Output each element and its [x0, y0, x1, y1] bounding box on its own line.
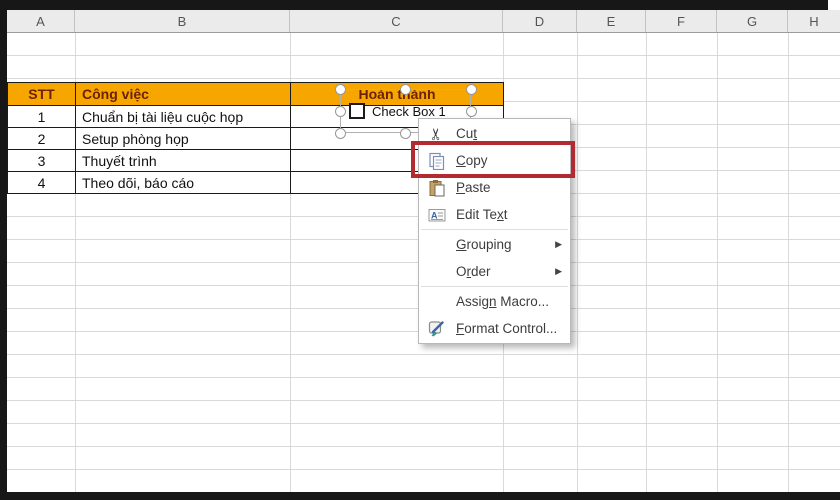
copy-highlight-annotation: [411, 141, 575, 178]
edit-text-icon: A: [424, 206, 450, 224]
cell-task[interactable]: Thuyết trình: [76, 150, 291, 172]
cell-stt[interactable]: 3: [8, 150, 76, 172]
selection-handle[interactable]: [335, 106, 346, 117]
frame-top: [0, 0, 828, 10]
paste-icon: [424, 179, 450, 197]
menu-item-edit-text[interactable]: A Edit Text: [419, 201, 570, 228]
cell-stt[interactable]: 4: [8, 172, 76, 194]
cell-task[interactable]: Chuẩn bị tài liệu cuộc họp: [76, 106, 291, 128]
menu-item-paste[interactable]: Paste: [419, 174, 570, 201]
format-control-icon: [424, 320, 450, 338]
selection-handle[interactable]: [466, 106, 477, 117]
column-header-d[interactable]: D: [503, 10, 577, 32]
menu-item-order[interactable]: Order ▶: [419, 258, 570, 285]
submenu-arrow-icon: ▶: [555, 266, 562, 277]
column-header-f[interactable]: F: [646, 10, 717, 32]
submenu-arrow-icon: ▶: [555, 239, 562, 250]
cell-task[interactable]: Theo dõi, báo cáo: [76, 172, 291, 194]
header-cell-task[interactable]: Công việc: [76, 83, 291, 106]
menu-item-format-control[interactable]: Format Control...: [419, 315, 570, 342]
column-header-a[interactable]: A: [7, 10, 75, 32]
selection-handle[interactable]: [335, 128, 346, 139]
checkbox-label[interactable]: Check Box 1: [372, 104, 446, 119]
gridline-e-f: [646, 33, 647, 492]
cell-task[interactable]: Setup phòng họp: [76, 128, 291, 150]
selection-handle[interactable]: [400, 84, 411, 95]
menu-separator: [421, 286, 568, 287]
frame-left: [0, 0, 7, 500]
column-header-e[interactable]: E: [577, 10, 646, 32]
column-header-h[interactable]: H: [788, 10, 840, 32]
selection-handle[interactable]: [400, 128, 411, 139]
cell-stt[interactable]: 2: [8, 128, 76, 150]
menu-separator: [421, 229, 568, 230]
column-header-g[interactable]: G: [717, 10, 788, 32]
menu-item-grouping[interactable]: Grouping ▶: [419, 231, 570, 258]
column-header-c[interactable]: C: [290, 10, 503, 32]
cell-stt[interactable]: 1: [8, 106, 76, 128]
checkbox[interactable]: [349, 103, 365, 119]
selection-handle[interactable]: [335, 84, 346, 95]
frame-bottom: [0, 492, 840, 500]
excel-sheet-screenshot: A B C D E F G H STT Công việc Hoàn thành…: [0, 0, 840, 500]
gridline-g-h: [788, 33, 789, 492]
gridline-d-e: [577, 33, 578, 492]
menu-item-assign-macro[interactable]: Assign Macro...: [419, 288, 570, 315]
column-header-b[interactable]: B: [75, 10, 290, 32]
selection-handle[interactable]: [466, 84, 477, 95]
gridline-f-g: [717, 33, 718, 492]
header-cell-stt[interactable]: STT: [8, 83, 76, 106]
column-header-row: A B C D E F G H: [7, 10, 840, 33]
